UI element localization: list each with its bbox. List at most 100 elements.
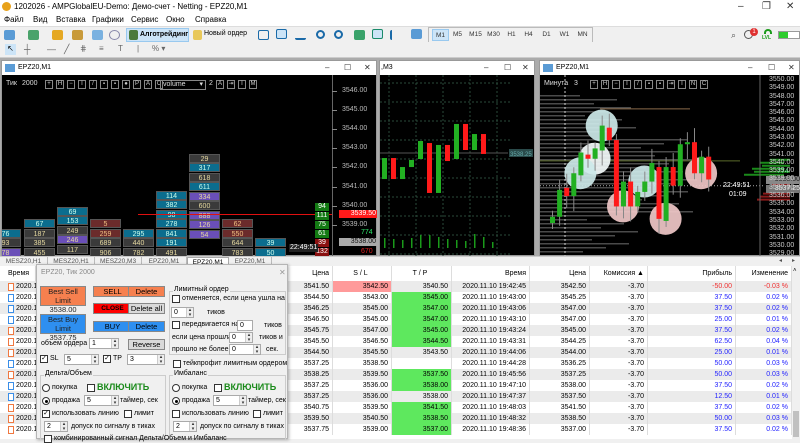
- footprint-tool-button-10[interactable]: C: [700, 80, 708, 89]
- cell-tp[interactable]: 3537.50: [392, 369, 452, 380]
- footprint-tool-button-4[interactable]: /: [634, 80, 642, 89]
- cell-sl[interactable]: 3539.50: [333, 402, 392, 413]
- menu-file[interactable]: Файл: [4, 15, 24, 24]
- close-button[interactable]: ✕: [786, 1, 794, 12]
- delta-tolerance-stepper[interactable]: 2 ▴ ▾: [44, 421, 68, 432]
- cell-tp[interactable]: 3537.00: [392, 424, 452, 435]
- imb-enable-checkbox[interactable]: [214, 384, 222, 392]
- cell-tp[interactable]: 3540.50: [392, 281, 452, 292]
- cell-sl[interactable]: 3542.50: [333, 281, 392, 292]
- minimize-button[interactable]: –: [738, 1, 744, 12]
- tf-mn[interactable]: MN: [574, 29, 591, 41]
- indicators-icon[interactable]: [411, 29, 422, 39]
- cell-tp[interactable]: 3538.00: [392, 391, 452, 402]
- cell-sl[interactable]: 3539.50: [333, 369, 392, 380]
- tf-m1[interactable]: M1: [432, 29, 449, 41]
- cell-tp[interactable]: 3545.00: [392, 325, 452, 336]
- close-position-button[interactable]: CLOSE: [93, 303, 132, 314]
- menu-charts[interactable]: Графики: [92, 15, 124, 24]
- footprint-plot[interactable]: [540, 75, 800, 257]
- stepper-arrows-icon[interactable]: ▴ ▾: [239, 396, 246, 405]
- footprint-tool-button-7[interactable]: ⇥: [667, 80, 675, 89]
- navigator-icon[interactable]: [72, 30, 83, 40]
- menu-view[interactable]: Вид: [33, 15, 47, 24]
- cell-tp[interactable]: 3547.00: [392, 303, 452, 314]
- stepper-arrows-icon[interactable]: ▴ ▾: [157, 355, 164, 364]
- stepper-arrows-icon[interactable]: ▴ ▾: [111, 396, 118, 405]
- delete-all-button[interactable]: Delete all: [128, 303, 165, 314]
- no-more-stepper[interactable]: 0 ▴ ▾: [229, 344, 261, 355]
- cell-tp[interactable]: 3538.00: [392, 380, 452, 391]
- tp-stepper[interactable]: 3 ▴ ▾: [127, 354, 165, 365]
- cell-tp[interactable]: 3545.00: [392, 292, 452, 303]
- menu-window[interactable]: Окно: [166, 15, 185, 24]
- cell-sl[interactable]: 3536.00: [333, 380, 392, 391]
- autoscroll-icon[interactable]: [372, 29, 383, 39]
- move-ticks-stepper[interactable]: 0: [237, 320, 253, 331]
- new-chart-icon[interactable]: [4, 30, 15, 40]
- delta-sell-radio[interactable]: [42, 397, 50, 405]
- imb-timer-stepper[interactable]: 5 ▴ ▾: [213, 395, 247, 406]
- if-price-stepper[interactable]: 0 ▴ ▾: [229, 332, 253, 343]
- imb-limit-checkbox[interactable]: [253, 410, 261, 418]
- restore-button[interactable]: ❐: [762, 1, 771, 12]
- col-profit[interactable]: Прибыль: [648, 266, 736, 281]
- col-commission[interactable]: Комиссия ▲: [590, 266, 648, 281]
- col-time[interactable]: Время: [452, 266, 530, 281]
- delta-buy-radio[interactable]: [42, 384, 50, 392]
- delta-timer-stepper[interactable]: 5 ▴ ▾: [84, 395, 119, 406]
- lvl-indicator[interactable]: LVL: [762, 35, 771, 41]
- imb-sell-radio[interactable]: [172, 397, 180, 405]
- stepper-arrows-icon[interactable]: ▴ ▾: [60, 422, 67, 431]
- stepper-arrows-icon[interactable]: ▴ ▾: [111, 339, 118, 348]
- cell-sl[interactable]: 3545.00: [333, 314, 392, 325]
- cell-sl[interactable]: 3545.50: [333, 347, 392, 358]
- footprint-tool-button-0[interactable]: +: [590, 80, 598, 89]
- chart-shift-icon[interactable]: [390, 30, 401, 40]
- vertical-line-icon[interactable]: |: [137, 44, 139, 53]
- chart-minimize-button[interactable]: –: [484, 61, 488, 75]
- col-cur-price[interactable]: Цена: [530, 266, 590, 281]
- col-price[interactable]: Цена: [288, 266, 333, 281]
- dialog-close-button[interactable]: ✕: [279, 268, 286, 277]
- chart-window-epz20-m1[interactable]: EPZ20,M1 – ☐ ✕ Минута 3 + H − I / ▪ ▪ ⇥ I N C 22:4…: [539, 60, 800, 257]
- crosshair-icon[interactable]: ┼: [24, 44, 30, 54]
- tf-d1[interactable]: D1: [538, 29, 555, 41]
- cell-sl[interactable]: 3543.00: [333, 292, 392, 303]
- tabs-scroll-left-icon[interactable]: ◂: [779, 257, 782, 264]
- horizontal-line-icon[interactable]: —: [47, 44, 56, 54]
- cell-sl[interactable]: 3540.50: [333, 413, 392, 424]
- profiles-icon[interactable]: [28, 30, 39, 40]
- stepper-arrows-icon[interactable]: ▴ ▾: [186, 308, 193, 317]
- sell-button[interactable]: SELL: [93, 286, 132, 297]
- chart-close-button[interactable]: ✕: [522, 61, 529, 75]
- sl-stepper[interactable]: 5 ▴ ▾: [64, 354, 99, 365]
- imb-buy-radio[interactable]: [172, 384, 180, 392]
- tf-h1[interactable]: H1: [503, 29, 520, 41]
- footprint-tool-button-1[interactable]: H: [601, 80, 609, 89]
- best-buy-limit-button[interactable]: Best Buy Limit 3537.75: [40, 314, 86, 342]
- chart-maximize-button[interactable]: ☐: [504, 61, 511, 75]
- menu-tools[interactable]: Сервис: [131, 15, 158, 24]
- volume-stepper[interactable]: 1 ▴ ▾: [89, 338, 119, 349]
- bar-chart-icon[interactable]: [258, 30, 269, 40]
- tp-limit-checkbox[interactable]: [173, 360, 181, 368]
- chart-minimize-button[interactable]: –: [748, 61, 752, 75]
- footprint-tool-button-3[interactable]: I: [623, 80, 631, 89]
- candlestick-chart-icon[interactable]: [276, 29, 287, 39]
- new-order-button[interactable]: Новый ордер: [192, 28, 250, 42]
- footprint-tool-button-8[interactable]: I: [678, 80, 686, 89]
- text-icon[interactable]: T: [118, 44, 123, 53]
- reverse-button[interactable]: Reverse: [128, 339, 165, 350]
- stepper-arrows-icon[interactable]: ▴ ▾: [253, 345, 260, 354]
- stepper-arrows-icon[interactable]: ▴ ▾: [245, 333, 252, 342]
- chart-close-button[interactable]: ✕: [364, 61, 371, 75]
- chart-close-button[interactable]: ✕: [788, 61, 795, 75]
- line-chart-icon[interactable]: [295, 30, 306, 40]
- combined-signal-checkbox[interactable]: [44, 435, 52, 443]
- footprint-tool-button-6[interactable]: ▪: [656, 80, 664, 89]
- delta-use-line-checkbox[interactable]: ✓: [42, 410, 50, 418]
- tf-w1[interactable]: W1: [556, 29, 573, 41]
- delete-sell-button[interactable]: Delete: [128, 286, 165, 297]
- tile-windows-icon[interactable]: [354, 30, 365, 40]
